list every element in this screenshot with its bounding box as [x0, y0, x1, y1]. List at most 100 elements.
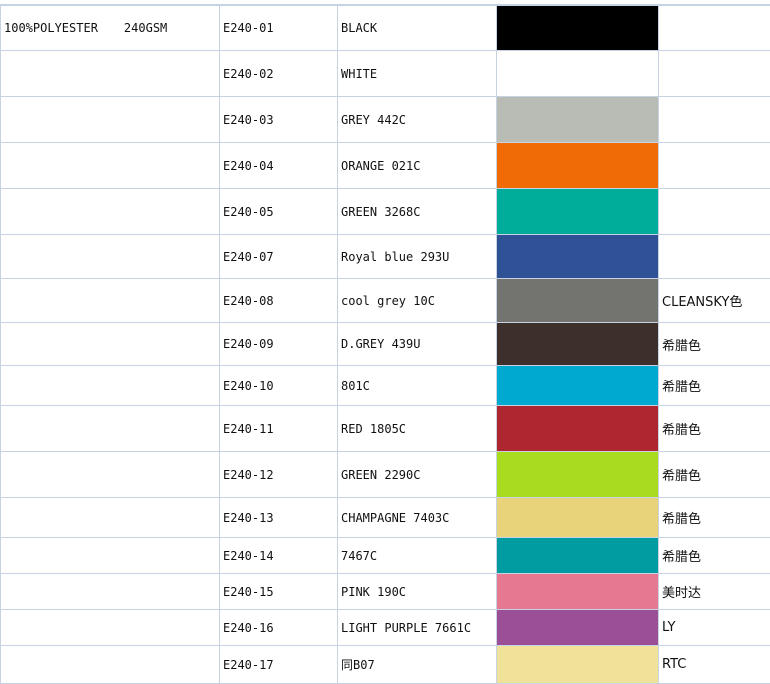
- table-row: E240-04ORANGE 021C: [1, 143, 770, 189]
- material-cell[interactable]: [1, 498, 220, 538]
- code-cell[interactable]: E240-11: [220, 406, 338, 452]
- note-cell[interactable]: 希腊色: [659, 498, 770, 538]
- color-name-cell[interactable]: cool grey 10C: [338, 279, 497, 323]
- material-cell[interactable]: [1, 574, 220, 610]
- color-swatch: [497, 646, 658, 683]
- table-row: E240-15PINK 190C 美时达: [1, 574, 770, 610]
- note-cell[interactable]: [659, 143, 770, 189]
- material-cell[interactable]: [1, 97, 220, 143]
- code-cell[interactable]: E240-04: [220, 143, 338, 189]
- material-weight: 240GSM: [124, 21, 167, 35]
- color-swatch: [497, 279, 658, 322]
- table-row: E240-11RED 1805C 希腊色: [1, 406, 770, 452]
- material-cell[interactable]: [1, 279, 220, 323]
- swatch-cell[interactable]: [497, 6, 659, 51]
- color-name-cell[interactable]: CHAMPAGNE 7403C: [338, 498, 497, 538]
- note-cell[interactable]: [659, 51, 770, 97]
- swatch-cell[interactable]: [497, 97, 659, 143]
- color-swatch: [497, 323, 658, 365]
- code-cell[interactable]: E240-16: [220, 610, 338, 646]
- color-swatch: [497, 452, 658, 497]
- code-cell[interactable]: E240-12: [220, 452, 338, 498]
- note-cell[interactable]: CLEANSKY色: [659, 279, 770, 323]
- swatch-cell[interactable]: [497, 51, 659, 97]
- color-name-cell[interactable]: LIGHT PURPLE 7661C: [338, 610, 497, 646]
- color-name-cell[interactable]: WHITE: [338, 51, 497, 97]
- swatch-cell[interactable]: [497, 452, 659, 498]
- note-cell[interactable]: 希腊色: [659, 452, 770, 498]
- table-row: 100%POLYESTER 240GSM E240-01BLACK: [1, 6, 770, 51]
- swatch-cell[interactable]: [497, 143, 659, 189]
- code-cell[interactable]: E240-03: [220, 97, 338, 143]
- color-name-cell[interactable]: D.GREY 439U: [338, 323, 497, 366]
- code-cell[interactable]: E240-10: [220, 366, 338, 406]
- material-cell[interactable]: 100%POLYESTER 240GSM: [1, 6, 220, 51]
- note-cell[interactable]: [659, 97, 770, 143]
- note-cell[interactable]: 美时达: [659, 574, 770, 610]
- code-cell[interactable]: E240-01: [220, 6, 338, 51]
- color-swatch: [497, 574, 658, 609]
- note-cell[interactable]: [659, 235, 770, 279]
- note-cell[interactable]: 希腊色: [659, 323, 770, 366]
- table-row: E240-10801C 希腊色: [1, 366, 770, 406]
- note-cell[interactable]: [659, 6, 770, 51]
- material-cell[interactable]: [1, 323, 220, 366]
- color-swatch: [497, 143, 658, 188]
- color-swatch: [497, 610, 658, 645]
- color-name-cell[interactable]: BLACK: [338, 6, 497, 51]
- swatch-cell[interactable]: [497, 279, 659, 323]
- color-name-cell[interactable]: 7467C: [338, 538, 497, 574]
- color-name-cell[interactable]: GREY 442C: [338, 97, 497, 143]
- code-cell[interactable]: E240-05: [220, 189, 338, 235]
- swatch-cell[interactable]: [497, 366, 659, 406]
- note-cell[interactable]: [659, 189, 770, 235]
- color-name-cell[interactable]: GREEN 2290C: [338, 452, 497, 498]
- color-swatch: [497, 189, 658, 234]
- swatch-cell[interactable]: [497, 610, 659, 646]
- material-cell[interactable]: [1, 235, 220, 279]
- color-name-cell[interactable]: Royal blue 293U: [338, 235, 497, 279]
- color-name-cell[interactable]: GREEN 3268C: [338, 189, 497, 235]
- color-swatch: [497, 235, 658, 278]
- code-cell[interactable]: E240-07: [220, 235, 338, 279]
- material-cell[interactable]: [1, 189, 220, 235]
- material-cell[interactable]: [1, 452, 220, 498]
- material-cell[interactable]: [1, 610, 220, 646]
- material-cell[interactable]: [1, 143, 220, 189]
- note-cell[interactable]: 希腊色: [659, 366, 770, 406]
- material-fabric: 100%POLYESTER: [4, 21, 98, 35]
- swatch-cell[interactable]: [497, 323, 659, 366]
- swatch-cell[interactable]: [497, 406, 659, 452]
- table-row: E240-13CHAMPAGNE 7403C 希腊色: [1, 498, 770, 538]
- color-name-cell[interactable]: 801C: [338, 366, 497, 406]
- note-cell[interactable]: 希腊色: [659, 406, 770, 452]
- note-cell[interactable]: LY: [659, 610, 770, 646]
- material-cell[interactable]: [1, 51, 220, 97]
- color-swatch: [497, 538, 658, 573]
- code-cell[interactable]: E240-08: [220, 279, 338, 323]
- color-name-cell[interactable]: ORANGE 021C: [338, 143, 497, 189]
- material-cell[interactable]: [1, 538, 220, 574]
- swatch-cell[interactable]: [497, 189, 659, 235]
- table-row: E240-08cool grey 10C CLEANSKY色: [1, 279, 770, 323]
- code-cell[interactable]: E240-09: [220, 323, 338, 366]
- material-cell[interactable]: [1, 406, 220, 452]
- note-cell[interactable]: 希腊色: [659, 538, 770, 574]
- swatch-cell[interactable]: [497, 538, 659, 574]
- color-swatch: [497, 498, 658, 537]
- swatch-cell[interactable]: [497, 235, 659, 279]
- color-table-body: 100%POLYESTER 240GSM E240-01BLACKE240-02WH…: [1, 6, 770, 684]
- color-name-cell[interactable]: RED 1805C: [338, 406, 497, 452]
- code-cell[interactable]: E240-14: [220, 538, 338, 574]
- color-swatch: [497, 51, 658, 96]
- swatch-cell[interactable]: [497, 498, 659, 538]
- table-row: E240-09D.GREY 439U 希腊色: [1, 323, 770, 366]
- swatch-cell[interactable]: [497, 574, 659, 610]
- material-cell[interactable]: [1, 366, 220, 406]
- table-row: E240-147467C 希腊色: [1, 538, 770, 574]
- code-cell[interactable]: E240-02: [220, 51, 338, 97]
- code-cell[interactable]: E240-15: [220, 574, 338, 610]
- table-row: E240-07Royal blue 293U: [1, 235, 770, 279]
- color-name-cell[interactable]: PINK 190C: [338, 574, 497, 610]
- code-cell[interactable]: E240-13: [220, 498, 338, 538]
